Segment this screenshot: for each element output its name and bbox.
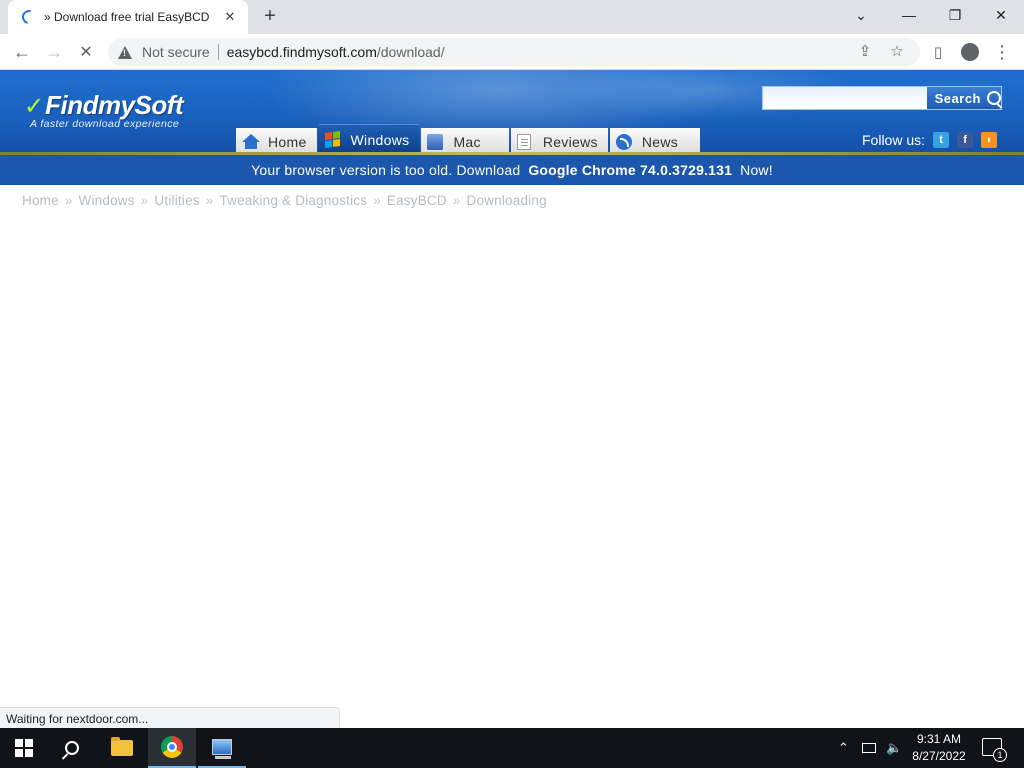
search-button-label: Search xyxy=(934,90,981,106)
mac-icon xyxy=(427,133,445,150)
profile-icon[interactable] xyxy=(956,38,984,66)
nav-label: Reviews xyxy=(542,133,598,150)
tab-strip: » Download free trial EasyBCD ✕ + ⌄ — ❐ … xyxy=(0,0,1024,34)
search-icon xyxy=(987,91,1001,105)
news-icon xyxy=(615,133,634,150)
nav-item-windows[interactable]: Windows xyxy=(318,124,420,154)
start-button[interactable] xyxy=(0,728,48,768)
notice-suffix: Now! xyxy=(740,162,773,178)
breadcrumb-downloading: Downloading xyxy=(466,193,547,208)
app-taskbar-button[interactable] xyxy=(198,728,246,768)
twitter-icon[interactable]: t xyxy=(933,132,950,148)
computer-app-icon xyxy=(212,739,232,759)
chrome-icon xyxy=(161,736,183,758)
checkmark-icon: ✓ xyxy=(24,93,45,120)
share-icon[interactable]: ⇪ xyxy=(856,44,874,60)
windows-start-icon xyxy=(15,739,33,757)
breadcrumb-separator: » xyxy=(205,193,214,208)
omnibox-divider xyxy=(217,44,219,60)
logo-text: FindmySoft xyxy=(45,90,184,120)
network-icon[interactable] xyxy=(862,728,876,768)
new-tab-button[interactable]: + xyxy=(258,6,282,28)
url-text[interactable]: easybcd.findmysoft.com/download/ xyxy=(227,44,445,60)
breadcrumb-home[interactable]: Home xyxy=(22,193,59,208)
nav-item-mac[interactable]: Mac xyxy=(421,128,509,154)
tab-close-icon[interactable]: ✕ xyxy=(222,9,238,25)
clock-date: 8/27/2022 xyxy=(912,749,966,763)
outdated-browser-notice: Your browser version is too old. Downloa… xyxy=(0,155,1024,185)
browser-toolbar: ← → ✕ Not secure easybcd.findmysoft.com/… xyxy=(0,34,1024,70)
reviews-icon xyxy=(516,133,535,150)
warning-icon[interactable] xyxy=(118,45,132,59)
url-path: /download/ xyxy=(376,44,445,60)
nav-item-home[interactable]: Home xyxy=(236,128,317,154)
file-explorer-button[interactable] xyxy=(98,728,146,768)
notice-product-link[interactable]: Google Chrome 74.0.3729.131 xyxy=(528,162,732,178)
breadcrumb-separator: » xyxy=(373,193,381,208)
nav-label: Home xyxy=(268,133,307,150)
taskbar-clock[interactable]: 9:31 AM 8/27/2022 xyxy=(908,731,970,765)
security-label[interactable]: Not secure xyxy=(142,44,210,60)
close-window-button[interactable]: ✕ xyxy=(978,0,1024,30)
home-icon xyxy=(242,133,260,150)
notification-count: 1 xyxy=(993,748,1007,762)
tab-title: » Download free trial EasyBCD xyxy=(44,10,210,24)
breadcrumb-easybcd[interactable]: EasyBCD xyxy=(387,193,447,208)
search-input[interactable] xyxy=(763,87,927,109)
nav-item-reviews[interactable]: Reviews xyxy=(510,128,608,154)
site-header: ✓ FindmySoft A faster download experienc… xyxy=(0,70,1024,154)
taskbar-search-button[interactable] xyxy=(48,728,96,768)
search-icon xyxy=(65,741,79,755)
follow-label: Follow us: xyxy=(862,132,926,148)
search-button[interactable]: Search xyxy=(926,87,1001,109)
chrome-taskbar-button[interactable] xyxy=(148,728,196,768)
address-bar[interactable]: Not secure easybcd.findmysoft.com/downlo… xyxy=(108,38,920,66)
logo-tagline: A faster download experience xyxy=(30,118,180,130)
windows-icon xyxy=(324,130,343,148)
side-panel-icon[interactable]: ▯ xyxy=(924,38,952,66)
rss-icon[interactable]: ◗ xyxy=(981,132,998,148)
status-bubble: Waiting for nextdoor.com... xyxy=(0,707,340,728)
minimize-button[interactable]: — xyxy=(886,0,932,30)
breadcrumb-separator: » xyxy=(64,193,73,208)
back-button[interactable]: ← xyxy=(8,38,36,66)
breadcrumb-utilities[interactable]: Utilities xyxy=(154,193,199,208)
nav-label: Mac xyxy=(453,133,481,150)
stop-loading-button[interactable]: ✕ xyxy=(72,38,100,66)
maximize-button[interactable]: ❐ xyxy=(932,0,978,30)
volume-icon[interactable]: 🔈 xyxy=(886,728,902,768)
breadcrumb-windows[interactable]: Windows xyxy=(79,193,135,208)
facebook-icon[interactable]: f xyxy=(957,132,974,148)
breadcrumb-separator: » xyxy=(452,193,461,208)
breadcrumb-tweaking[interactable]: Tweaking & Diagnostics xyxy=(219,193,367,208)
url-domain: easybcd.findmysoft.com xyxy=(226,44,377,60)
site-search: Search xyxy=(762,86,1002,110)
taskbar: ⌃ 🔈 9:31 AM 8/27/2022 1 xyxy=(0,728,1024,768)
nav-label: News xyxy=(641,133,679,150)
clock-time: 9:31 AM xyxy=(916,732,962,746)
breadcrumb: Home » Windows » Utilities » Tweaking & … xyxy=(22,193,547,208)
main-nav: Home Windows Mac Reviews News xyxy=(236,124,702,154)
notice-prefix: Your browser version is too old. Downloa… xyxy=(251,162,521,178)
nav-label: Windows xyxy=(350,131,410,148)
menu-icon[interactable]: ⋮ xyxy=(988,38,1016,66)
loading-spinner-icon xyxy=(19,7,39,27)
nav-item-news[interactable]: News xyxy=(609,128,701,154)
follow-us: Follow us: t f ◗ xyxy=(862,132,998,148)
site-logo[interactable]: ✓ FindmySoft xyxy=(24,90,184,121)
forward-button[interactable]: → xyxy=(40,38,68,66)
tray-chevron[interactable]: ⌃ xyxy=(838,728,849,768)
tab-search-button[interactable]: ⌄ xyxy=(838,0,884,30)
browser-tab-active[interactable]: » Download free trial EasyBCD ✕ xyxy=(8,0,248,34)
breadcrumb-separator: » xyxy=(140,193,149,208)
star-icon[interactable]: ☆ xyxy=(888,44,906,60)
folder-icon xyxy=(111,737,133,756)
